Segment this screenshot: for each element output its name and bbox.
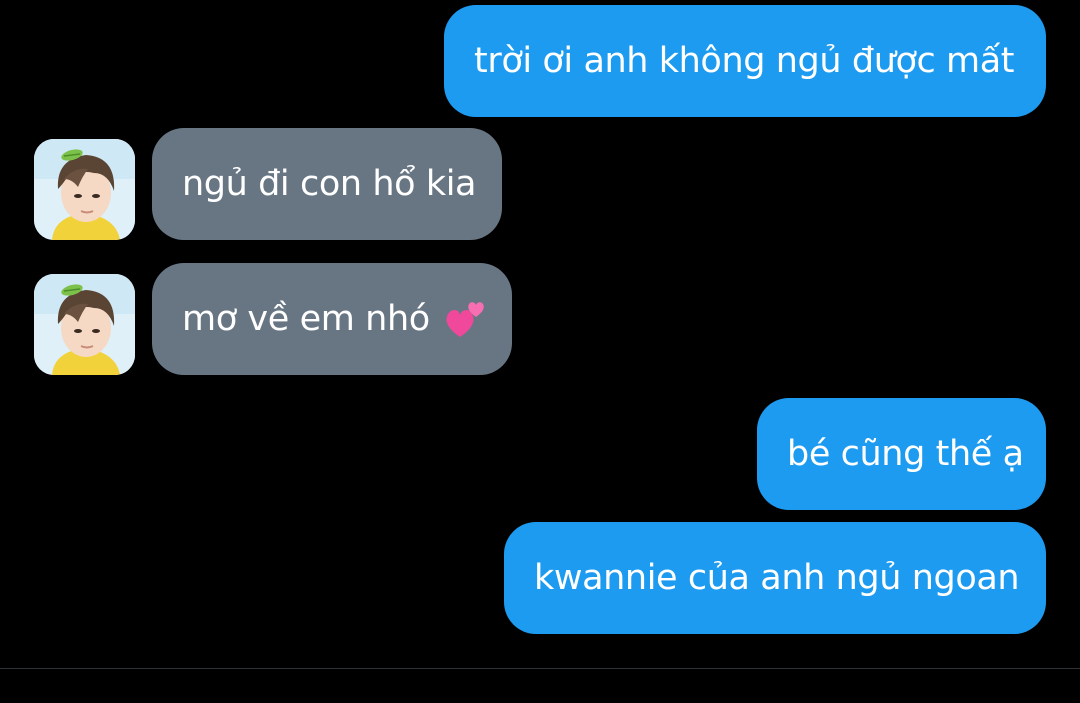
message-thread: trời ơi anh không ngủ được mất ngủ đi co… [0,0,1080,668]
message-text: trời ơi anh không ngủ được mất [474,41,1015,81]
received-message-bubble[interactable]: mơ về em nhó [152,263,512,375]
sent-message-bubble[interactable]: trời ơi anh không ngủ được mất [444,5,1046,117]
avatar-image [34,274,135,375]
message-text: bé cũng thế ạ [787,434,1024,474]
composer-area [0,669,1080,703]
received-message-bubble[interactable]: ngủ đi con hổ kia [152,128,502,240]
contact-avatar[interactable] [34,274,135,375]
message-text: mơ về em nhó [182,299,430,339]
message-text: ngủ đi con hổ kia [182,164,477,204]
avatar-image [34,139,135,240]
sent-message-bubble[interactable]: kwannie của anh ngủ ngoan [504,522,1046,634]
contact-avatar[interactable] [34,139,135,240]
message-text: kwannie của anh ngủ ngoan [534,558,1020,598]
sent-message-bubble[interactable]: bé cũng thế ạ [757,398,1046,510]
two-hearts-icon [444,299,488,339]
